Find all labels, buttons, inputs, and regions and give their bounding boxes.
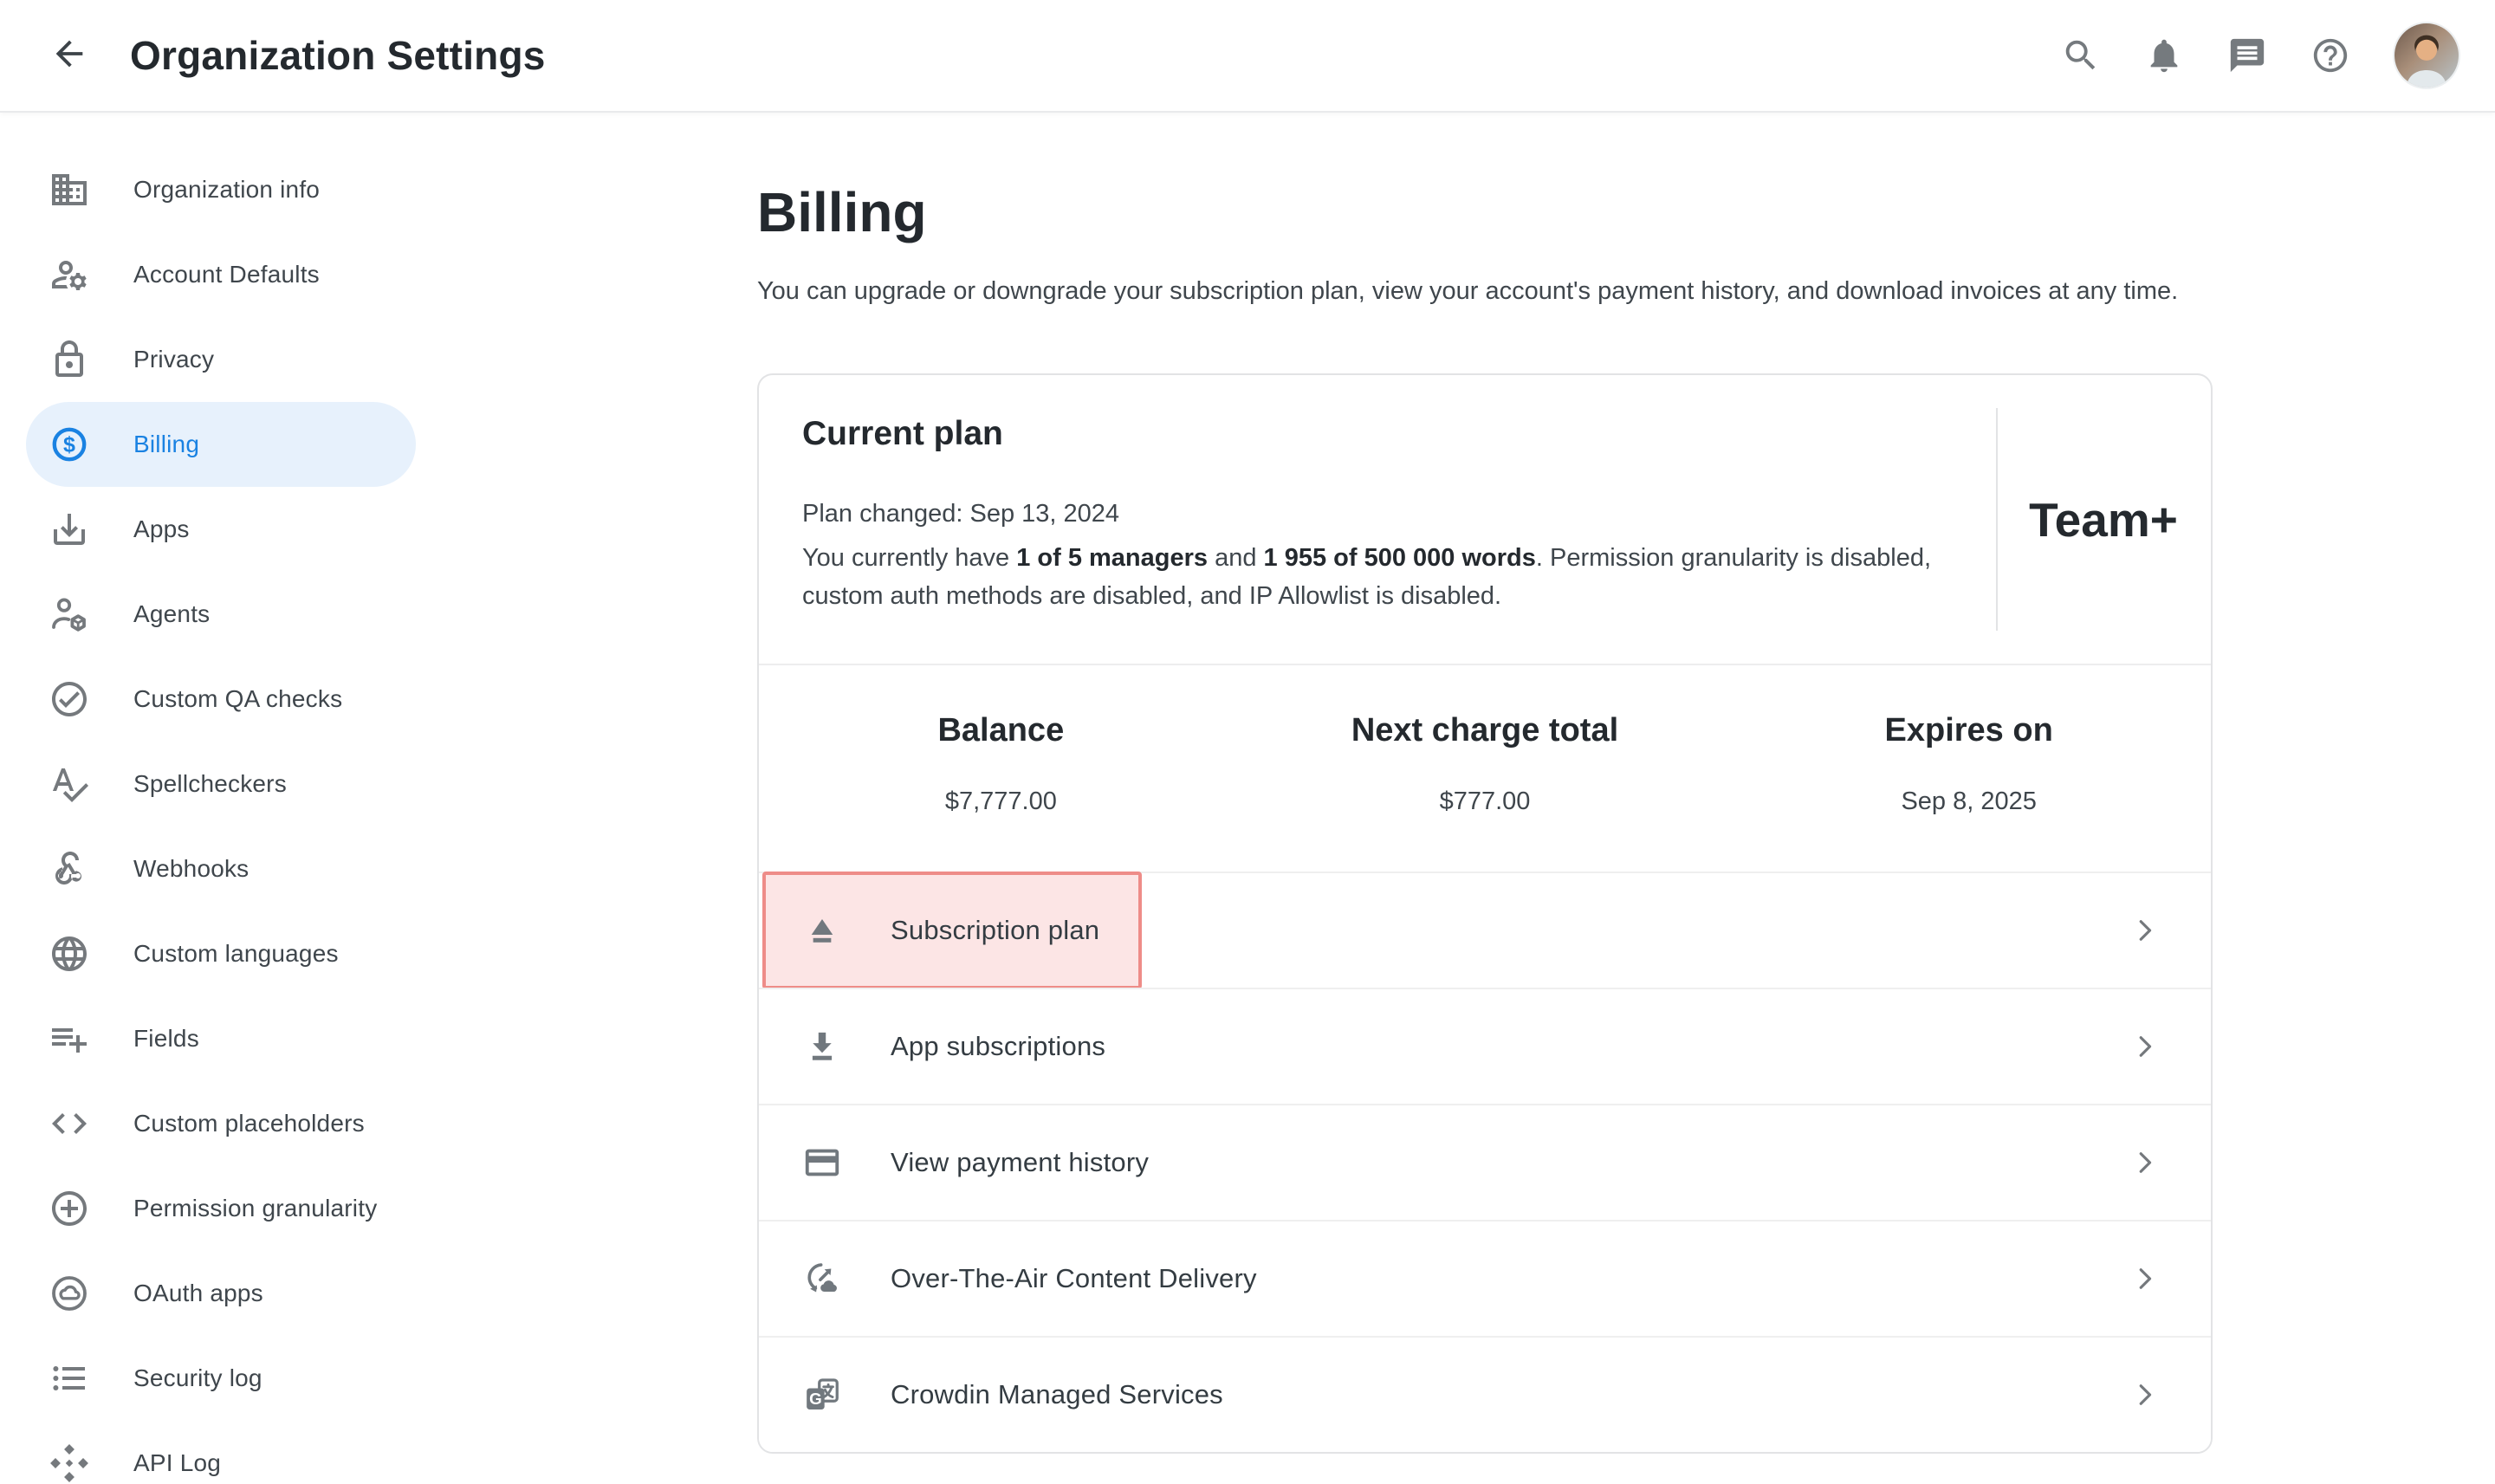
- user-avatar[interactable]: [2393, 22, 2460, 89]
- check-circle-icon: [49, 678, 90, 720]
- billing-row-over-the-air-content-delivery[interactable]: Over-The-Air Content Delivery: [759, 1220, 2211, 1336]
- download-icon: [802, 1027, 842, 1066]
- sidebar-item-spellcheckers[interactable]: Spellcheckers: [26, 742, 416, 826]
- stat-balance: Balance $7,777.00: [759, 712, 1243, 816]
- sidebar-item-agents[interactable]: Agents: [26, 572, 416, 657]
- lock-icon: [49, 339, 90, 380]
- ota-sync-icon: [802, 1259, 842, 1299]
- current-plan-section: Current plan Plan changed: Sep 13, 2024 …: [759, 375, 2211, 664]
- stat-expires-on: Expires on Sep 8, 2025: [1727, 712, 2211, 816]
- page-header-title: Organization Settings: [130, 32, 546, 79]
- plus-circle-icon: [49, 1188, 90, 1229]
- plan-changed-date: Plan changed: Sep 13, 2024: [802, 500, 1958, 528]
- billing-row-crowdin-managed-services[interactable]: G Crowdin Managed Services: [759, 1336, 2211, 1452]
- playlist-add-icon: [49, 1018, 90, 1060]
- sidebar-item-label: Webhooks: [133, 855, 249, 883]
- sidebar-item-label: Agents: [133, 600, 210, 628]
- app-header: Organization Settings: [0, 0, 2495, 113]
- webhook-icon: [49, 848, 90, 890]
- sidebar-item-security-log[interactable]: Security log: [26, 1336, 416, 1421]
- chevron-right-icon: [2128, 913, 2162, 948]
- chevron-right-icon: [2128, 1145, 2162, 1180]
- list-icon: [49, 1358, 90, 1399]
- sidebar-item-label: Billing: [133, 431, 199, 458]
- svg-text:$: $: [63, 433, 75, 457]
- help-icon[interactable]: [2310, 35, 2351, 76]
- user-gear-icon: [49, 254, 90, 295]
- svg-text:G: G: [809, 1390, 822, 1408]
- billing-card: Current plan Plan changed: Sep 13, 2024 …: [757, 373, 2213, 1454]
- back-button[interactable]: [45, 31, 94, 80]
- search-icon[interactable]: [2060, 35, 2102, 76]
- sidebar-item-label: Organization info: [133, 176, 320, 204]
- sidebar-item-label: Privacy: [133, 346, 214, 373]
- sidebar-item-label: Security log: [133, 1364, 262, 1392]
- current-plan-heading: Current plan: [802, 415, 1958, 453]
- notifications-icon[interactable]: [2143, 35, 2185, 76]
- sidebar-item-billing[interactable]: $ Billing: [26, 402, 416, 487]
- sidebar-item-custom-languages[interactable]: Custom languages: [26, 911, 416, 996]
- page-description: You can upgrade or downgrade your subscr…: [757, 277, 2213, 306]
- stat-next-charge: Next charge total $777.00: [1243, 712, 1727, 816]
- messages-icon[interactable]: [2226, 35, 2268, 76]
- download-tray-icon: [49, 509, 90, 550]
- credit-card-icon: [802, 1143, 842, 1183]
- sidebar-item-privacy[interactable]: Privacy: [26, 317, 416, 402]
- page-title: Billing: [757, 180, 2213, 244]
- sidebar-item-label: Spellcheckers: [133, 770, 287, 798]
- sidebar-item-label: Custom QA checks: [133, 685, 342, 713]
- user-cube-icon: [49, 593, 90, 635]
- billing-page: Billing You can upgrade or downgrade you…: [442, 113, 2213, 1484]
- sidebar-item-custom-qa-checks[interactable]: Custom QA checks: [26, 657, 416, 742]
- billing-row-label: View payment history: [891, 1147, 1149, 1178]
- sidebar-item-apps[interactable]: Apps: [26, 487, 416, 572]
- settings-sidebar: Organization info Account Defaults Privacy…: [0, 113, 442, 1484]
- billing-row-app-subscriptions[interactable]: App subscriptions: [759, 988, 2211, 1104]
- globe-icon: [49, 933, 90, 975]
- sidebar-item-label: OAuth apps: [133, 1280, 263, 1307]
- billing-row-label: App subscriptions: [891, 1031, 1105, 1062]
- cloud-circle-icon: [49, 1273, 90, 1314]
- translate-icon: G: [802, 1375, 842, 1415]
- sidebar-item-label: Custom languages: [133, 940, 339, 968]
- billing-row-subscription-plan[interactable]: Subscription plan: [759, 872, 2211, 988]
- sidebar-item-label: Account Defaults: [133, 261, 320, 288]
- sidebar-item-oauth-apps[interactable]: OAuth apps: [26, 1251, 416, 1336]
- managers-usage: 1 of 5 managers: [1016, 544, 1208, 572]
- plan-name-badge: Team+: [2029, 492, 2178, 548]
- sidebar-item-account-defaults[interactable]: Account Defaults: [26, 232, 416, 317]
- sidebar-item-label: Permission granularity: [133, 1195, 377, 1222]
- diamonds-icon: [49, 1442, 90, 1484]
- dollar-circle-icon: $: [49, 424, 90, 465]
- sidebar-item-organization-info[interactable]: Organization info: [26, 147, 416, 232]
- plan-usage-summary: You currently have 1 of 5 managers and 1…: [802, 539, 1958, 615]
- building-icon: [49, 169, 90, 211]
- billing-rows: Subscription plan App subscriptions View p…: [759, 872, 2211, 1452]
- spellcheck-icon: [49, 763, 90, 805]
- sidebar-item-label: Custom placeholders: [133, 1110, 365, 1137]
- header-actions: [2060, 22, 2460, 89]
- billing-row-label: Subscription plan: [891, 915, 1099, 946]
- billing-row-label: Over-The-Air Content Delivery: [891, 1263, 1257, 1294]
- billing-row-view-payment-history[interactable]: View payment history: [759, 1104, 2211, 1220]
- words-usage: 1 955 of 500 000 words: [1264, 544, 1536, 572]
- sidebar-item-fields[interactable]: Fields: [26, 996, 416, 1081]
- sidebar-item-webhooks[interactable]: Webhooks: [26, 826, 416, 911]
- arrow-back-icon: [49, 34, 89, 78]
- eject-icon: [802, 910, 842, 950]
- sidebar-item-label: API Log: [133, 1449, 221, 1477]
- chevron-right-icon: [2128, 1029, 2162, 1064]
- code-icon: [49, 1103, 90, 1144]
- billing-row-label: Crowdin Managed Services: [891, 1379, 1223, 1410]
- sidebar-item-label: Apps: [133, 515, 190, 543]
- sidebar-item-custom-placeholders[interactable]: Custom placeholders: [26, 1081, 416, 1166]
- billing-stats: Balance $7,777.00 Next charge total $777…: [759, 664, 2211, 872]
- chevron-right-icon: [2128, 1377, 2162, 1412]
- sidebar-item-api-log[interactable]: API Log: [26, 1421, 416, 1484]
- sidebar-item-permission-granularity[interactable]: Permission granularity: [26, 1166, 416, 1251]
- sidebar-item-label: Fields: [133, 1025, 199, 1053]
- chevron-right-icon: [2128, 1261, 2162, 1296]
